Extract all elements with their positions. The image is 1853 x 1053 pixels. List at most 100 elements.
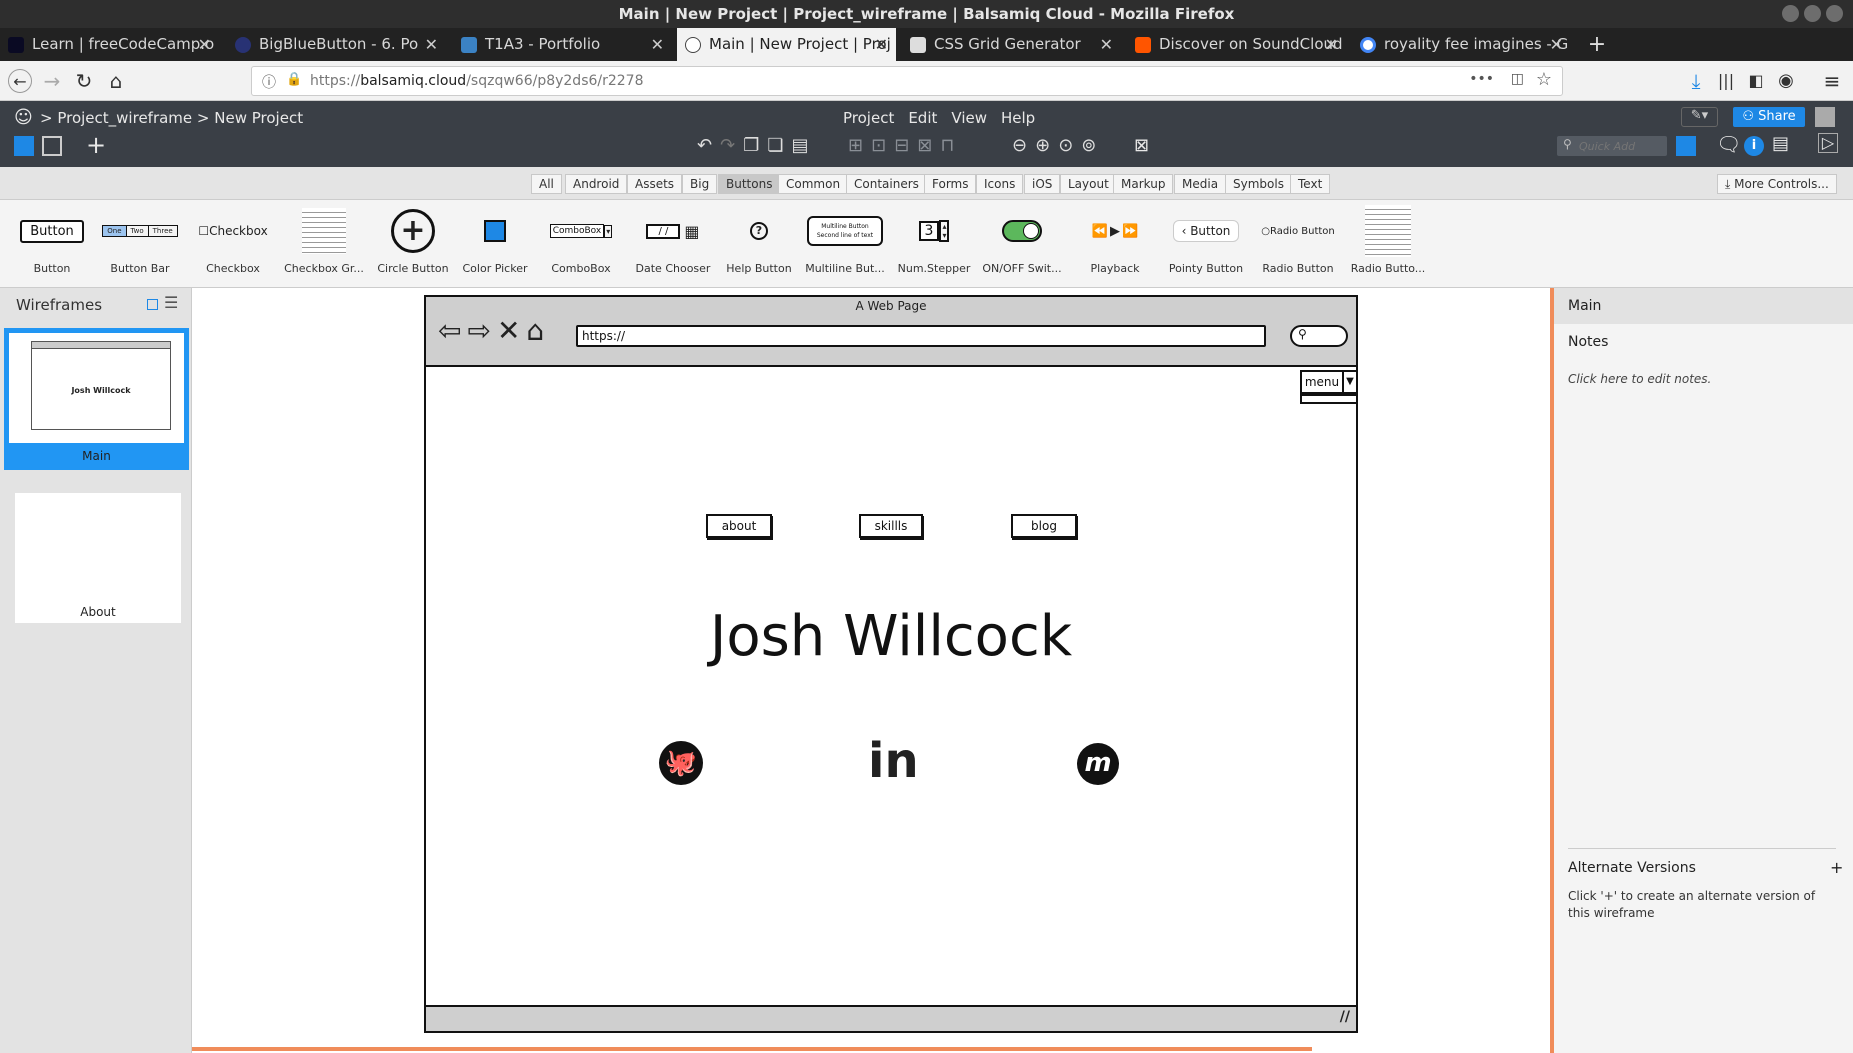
close-tab-icon[interactable]: ✕ [1325, 28, 1338, 61]
close-tab-icon[interactable]: ✕ [1100, 28, 1113, 61]
control-checkbox-group[interactable]: Checkbox Gr... [276, 206, 372, 286]
control-toggle-switch[interactable]: ON/OFF Swit... [974, 206, 1070, 286]
control-pointy-button[interactable]: ‹ Button Pointy Button [1158, 206, 1254, 286]
copy-icon[interactable]: ❐ [743, 135, 767, 156]
control-radio-button[interactable]: ○ Radio Button Radio Button [1250, 206, 1346, 286]
home-icon[interactable]: ⌂ [104, 69, 128, 93]
tab-bigbluebutton[interactable]: BigBlueButton - 6. Po ✕ [227, 28, 446, 61]
filter-buttons[interactable]: Buttons [718, 174, 781, 194]
control-date-chooser[interactable]: / / ▦ Date Chooser [625, 206, 721, 286]
balsamiq-logo-icon[interactable]: ☺ [14, 107, 33, 128]
filter-text[interactable]: Text [1290, 174, 1331, 194]
url-bar[interactable]: ⓘ 🔒 https://balsamiq.cloud/sqzqw66/p8y2d… [251, 66, 1563, 96]
canvas-scrollbar[interactable] [192, 1047, 1312, 1051]
edit-mode-button[interactable]: ✎▾ [1681, 107, 1718, 127]
delete-icon[interactable]: ⊠ [1134, 135, 1149, 156]
quick-add-field[interactable]: ⚲ [1557, 136, 1667, 156]
sidebar-icon[interactable]: ◧ [1744, 69, 1768, 93]
info-icon[interactable]: ⓘ [262, 72, 276, 92]
wireframe-item-about[interactable]: About [15, 493, 181, 623]
zoom-fit-icon[interactable]: ⊚ [1081, 135, 1104, 156]
grid-view-icon[interactable] [42, 136, 62, 156]
breadcrumb-page[interactable]: New Project [214, 109, 303, 127]
filter-symbols[interactable]: Symbols [1225, 174, 1292, 194]
lock-element-icon[interactable]: ⊓ [940, 135, 962, 156]
zoom-actual-icon[interactable]: ⊙ [1058, 135, 1081, 156]
control-button-bar[interactable]: One Two Three Button Bar [92, 206, 188, 286]
close-tab-icon[interactable]: ✕ [651, 28, 664, 61]
present-icon[interactable]: ▷ [1818, 133, 1838, 153]
back-icon[interactable]: ← [8, 69, 32, 93]
bookmark-star-icon[interactable]: ☆ [1536, 69, 1552, 90]
account-icon[interactable]: ◉ [1774, 69, 1798, 93]
properties-icon[interactable]: ▤ [1772, 133, 1789, 154]
filter-markup[interactable]: Markup [1113, 174, 1174, 194]
close-tab-icon[interactable]: ✕ [425, 28, 438, 61]
quick-add-input[interactable] [1579, 137, 1663, 155]
comments-icon[interactable]: 🗨 [1716, 132, 1741, 156]
tab-soundcloud[interactable]: Discover on SoundCloud ✕ [1127, 28, 1346, 61]
add-wireframe-icon[interactable]: + [86, 131, 106, 159]
app-menu-icon[interactable]: ≡ [1820, 69, 1844, 93]
filter-assets[interactable]: Assets [627, 174, 683, 194]
pocket-icon[interactable]: ◫ [1511, 71, 1524, 87]
close-tab-icon[interactable]: ✕ [875, 28, 888, 61]
filter-icons[interactable]: Icons [976, 174, 1024, 194]
zoom-out-icon[interactable]: ⊖ [1012, 135, 1035, 156]
control-playback[interactable]: ⏪ ▶ ⏩ Playback [1067, 206, 1163, 286]
add-alternate-button[interactable]: + [1830, 858, 1843, 877]
undo-icon[interactable]: ↶ [697, 135, 720, 156]
control-button[interactable]: Button Button [4, 206, 100, 286]
new-tab-button[interactable]: + [1582, 28, 1612, 61]
tab-freecodecamp[interactable]: Learn | freeCodeCamp.o ✕ [0, 28, 219, 61]
reload-icon[interactable]: ↻ [72, 69, 96, 93]
duplicate-icon[interactable]: ❏ [767, 135, 791, 156]
menu-project[interactable]: Project [843, 109, 894, 127]
menu-help[interactable]: Help [1001, 109, 1035, 127]
minimize-button[interactable] [1782, 5, 1799, 22]
close-tab-icon[interactable]: ✕ [198, 28, 211, 61]
control-checkbox[interactable]: ☐ Checkbox Checkbox [185, 206, 281, 286]
tab-google[interactable]: royality fee imagines - G ✕ [1352, 28, 1571, 61]
menu-edit[interactable]: Edit [908, 109, 937, 127]
breadcrumb-project[interactable]: Project_wireframe [57, 109, 192, 127]
user-avatar[interactable] [1815, 107, 1835, 127]
filter-layout[interactable]: Layout [1060, 174, 1117, 194]
control-multiline-button[interactable]: Multiline Button Second line of text Multi… [797, 206, 893, 286]
page-actions-icon[interactable]: ••• [1469, 71, 1494, 87]
control-radio-group[interactable]: Radio Butto... [1340, 205, 1436, 286]
ui-library-icon[interactable] [1676, 136, 1696, 156]
control-num-stepper[interactable]: 3 ▴ ▾ Num.Stepper [886, 206, 982, 286]
group-icon[interactable]: ⊞ [848, 135, 871, 156]
filter-media[interactable]: Media [1174, 174, 1227, 194]
ungroup-icon[interactable]: ⊡ [871, 135, 894, 156]
info-panel-icon[interactable]: i [1744, 136, 1764, 156]
filter-ios[interactable]: iOS [1024, 174, 1061, 194]
paste-icon[interactable]: ▤ [791, 135, 816, 156]
downloads-icon[interactable]: ⤓ [1684, 69, 1708, 93]
wireframe-item-main[interactable]: Josh Willcock Main [4, 328, 189, 470]
align-icon[interactable]: ⊟ [894, 135, 917, 156]
filter-all[interactable]: All [531, 174, 562, 194]
tab-balsamiq[interactable]: Main | New Project | Proj ✕ [677, 28, 896, 61]
menu-view[interactable]: View [951, 109, 987, 127]
single-view-icon[interactable] [14, 136, 34, 156]
mockup-browser-window[interactable]: A Web Page ⇦⇨✕⌂ https:// ⚲ menu ▼ about … [424, 295, 1358, 1033]
filter-forms[interactable]: Forms [924, 174, 977, 194]
control-help-button[interactable]: ? Help Button [711, 206, 807, 286]
library-icon[interactable]: ||| [1714, 69, 1738, 93]
filter-common[interactable]: Common [778, 174, 849, 194]
share-button[interactable]: ⚇ Share [1733, 107, 1805, 127]
distribute-icon[interactable]: ⊠ [917, 135, 940, 156]
close-window-button[interactable] [1826, 5, 1843, 22]
redo-icon[interactable]: ↷ [720, 135, 743, 156]
filter-android[interactable]: Android [565, 174, 628, 194]
thumbnail-view-icon[interactable] [147, 299, 158, 310]
more-controls-button[interactable]: ⤓ More Controls... [1717, 174, 1837, 194]
filter-big[interactable]: Big [682, 174, 718, 194]
close-tab-icon[interactable]: ✕ [1550, 28, 1563, 61]
filter-containers[interactable]: Containers [846, 174, 927, 194]
control-color-picker[interactable]: Color Picker [447, 206, 543, 286]
list-view-icon[interactable]: ☰ [164, 293, 178, 312]
control-combobox[interactable]: ComboBox ▾ ComboBox [533, 206, 629, 286]
